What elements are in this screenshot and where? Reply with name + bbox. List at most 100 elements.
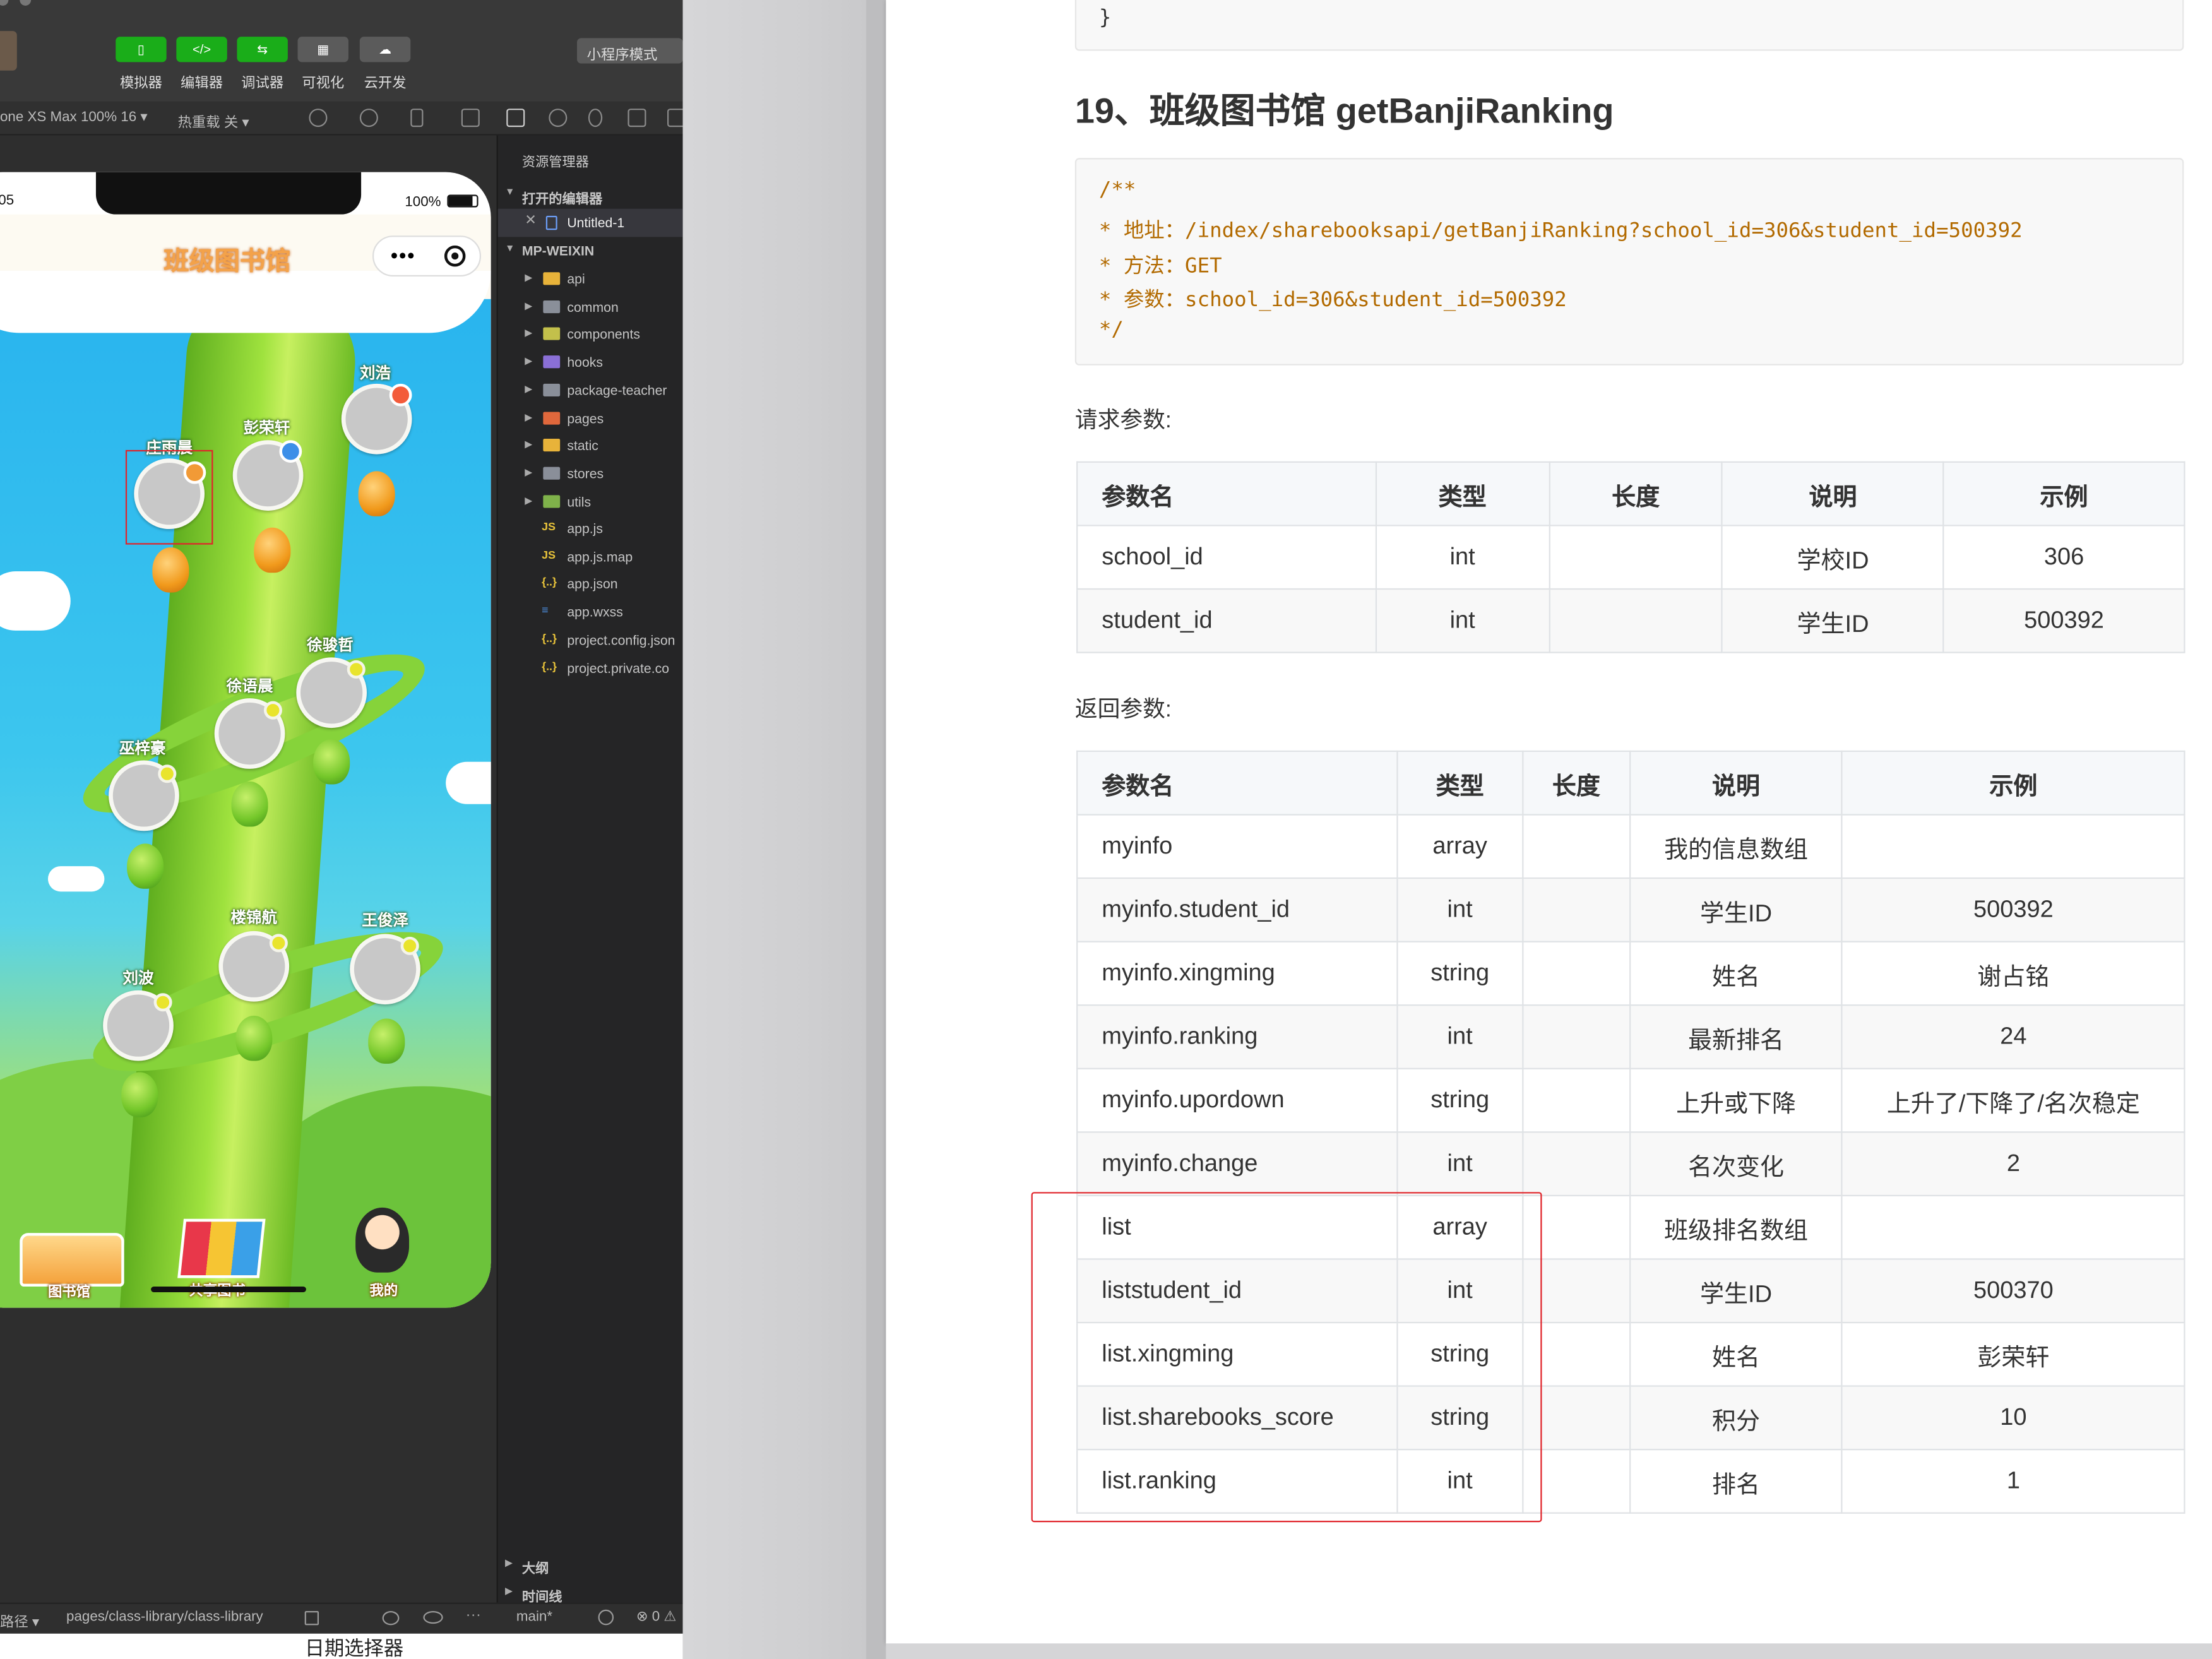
search-icon[interactable] bbox=[549, 109, 568, 128]
folder-item[interactable]: ▶ hooks bbox=[498, 348, 684, 377]
table-cell: 500392 bbox=[1841, 877, 2185, 942]
simulator-label: 模拟器 bbox=[119, 76, 162, 92]
bug-icon[interactable] bbox=[382, 1611, 400, 1626]
chevron-down-icon: ▼ bbox=[505, 244, 515, 254]
tab-shared-books[interactable]: 共享图书 bbox=[172, 1213, 271, 1299]
editor-toggle-button[interactable]: </> bbox=[176, 37, 227, 62]
tab-mine[interactable]: 我的 bbox=[344, 1204, 429, 1299]
page-title: 班级图书馆 bbox=[164, 247, 291, 275]
file-item[interactable]: JS app.js bbox=[498, 515, 684, 544]
avatar[interactable] bbox=[0, 31, 17, 71]
table-header-cell: 参数名 bbox=[1076, 461, 1377, 526]
table-cell bbox=[1521, 1067, 1631, 1133]
acorn-icon bbox=[127, 843, 164, 889]
file-item[interactable]: {..} app.json bbox=[498, 571, 684, 599]
table-cell: 姓名 bbox=[1629, 1321, 1843, 1387]
folder-label: common bbox=[567, 300, 619, 316]
cloud-dev-button[interactable]: ☁ bbox=[359, 37, 411, 62]
folder-item[interactable]: ▶ stores bbox=[498, 460, 684, 488]
folder-label: static bbox=[567, 439, 598, 455]
eye-icon[interactable] bbox=[423, 1611, 443, 1624]
simulator-toggle-button[interactable]: ▯ bbox=[116, 37, 167, 62]
window-controls[interactable] bbox=[0, 0, 42, 11]
folder-item[interactable]: ▶ package-teacher bbox=[498, 376, 684, 405]
cloud-dev-label: 云开发 bbox=[364, 76, 407, 92]
open-editors-section[interactable]: ▼ 打开的编辑器 bbox=[498, 181, 684, 209]
cloud bbox=[0, 571, 71, 631]
table-cell: 10 bbox=[1841, 1385, 2185, 1451]
page-path-select[interactable]: 路径 ▾ bbox=[0, 1610, 39, 1631]
folder-item[interactable]: ▶ static bbox=[498, 432, 684, 460]
more-icon[interactable]: ··· bbox=[465, 1607, 481, 1624]
table-cell bbox=[1521, 941, 1631, 1006]
file-item[interactable]: JS app.js.map bbox=[498, 543, 684, 571]
tab-library[interactable]: 图书馆 bbox=[8, 1227, 135, 1300]
header-cloud bbox=[0, 271, 491, 333]
open-editor-item[interactable]: ✕ Untitled-1 bbox=[497, 208, 684, 237]
chevron-right-icon: ▶ bbox=[505, 1587, 513, 1597]
tab-bar: 图书馆 共享图书 我的 bbox=[0, 1202, 491, 1308]
table-header-cell: 示例 bbox=[1942, 461, 2185, 526]
sync-icon[interactable] bbox=[598, 1609, 614, 1626]
table-cell bbox=[1521, 1004, 1631, 1069]
tab-mine-label: 我的 bbox=[369, 1283, 398, 1300]
phone-simulator[interactable]: :05 100% 班级图书馆 ••• 刘浩 彭荣轩 庄雨晨 bbox=[0, 172, 491, 1308]
chevron-right-icon: ▶ bbox=[525, 301, 533, 312]
close-capsule-icon[interactable] bbox=[444, 245, 466, 267]
library-icon bbox=[20, 1233, 124, 1287]
table-header-cell: 长度 bbox=[1521, 750, 1631, 816]
acorn-icon bbox=[231, 782, 268, 827]
outline-section[interactable]: ▶ 大纲 bbox=[498, 1550, 684, 1579]
highlight-box bbox=[125, 449, 213, 545]
folder-item[interactable]: ▶ utils bbox=[498, 487, 684, 516]
device-icon[interactable] bbox=[410, 109, 424, 128]
table-header-cell: 示例 bbox=[1841, 750, 2185, 816]
page-path[interactable]: pages/class-library/class-library bbox=[66, 1610, 263, 1626]
table-cell bbox=[1521, 814, 1631, 879]
root-folder[interactable]: ▼ MP-WEIXIN bbox=[498, 237, 684, 265]
visual-label: 可视化 bbox=[302, 76, 345, 92]
copy-icon[interactable] bbox=[304, 1611, 319, 1626]
branch-icon[interactable] bbox=[588, 109, 603, 128]
hot-reload-select[interactable]: 热重载 关 ▾ bbox=[178, 110, 249, 131]
phone-icon: ▯ bbox=[137, 41, 145, 56]
desktop-background bbox=[682, 0, 886, 1659]
folder-icon bbox=[543, 355, 561, 369]
table-cell: myinfo.change bbox=[1076, 1131, 1398, 1197]
mode-select[interactable]: 小程序模式 bbox=[576, 38, 683, 64]
close-icon[interactable]: ✕ bbox=[525, 213, 537, 229]
request-params-table: 参数名 类型 长度 说明 示例 school_id int 学校ID 306 student_i… bbox=[1076, 461, 2185, 653]
files-icon[interactable] bbox=[506, 109, 525, 128]
refresh-icon[interactable] bbox=[309, 109, 328, 128]
chevron-right-icon: ▶ bbox=[525, 384, 533, 395]
table-cell: student_id bbox=[1076, 588, 1377, 653]
folder-item[interactable]: ▶ common bbox=[498, 293, 684, 321]
window-icon[interactable] bbox=[461, 109, 480, 128]
node-name: 楼锦航 bbox=[230, 910, 278, 927]
chevron-right-icon: ▶ bbox=[525, 329, 533, 340]
stop-icon[interactable] bbox=[359, 109, 378, 128]
table-cell: 上升或下降 bbox=[1629, 1067, 1843, 1133]
cloud bbox=[446, 761, 491, 804]
problems-indicator[interactable]: ⊗ 0 ⚠ bbox=[636, 1610, 677, 1626]
folder-icon bbox=[543, 411, 561, 424]
folder-item[interactable]: ▶ components bbox=[498, 321, 684, 349]
extensions-icon[interactable] bbox=[627, 109, 646, 128]
file-item[interactable]: {..} project.config.json bbox=[498, 626, 684, 655]
boy-avatar-icon bbox=[355, 1207, 410, 1273]
folder-item[interactable]: ▶ api bbox=[498, 265, 684, 294]
table-header-cell: 类型 bbox=[1375, 461, 1550, 526]
more-icon[interactable]: ••• bbox=[391, 244, 416, 267]
table-row: student_id int 学生ID 500392 bbox=[1076, 588, 2185, 653]
debugger-toggle-button[interactable]: ⇆ bbox=[237, 37, 288, 62]
battery-text: 100% bbox=[405, 194, 441, 210]
branch-indicator[interactable]: main* bbox=[516, 1610, 552, 1626]
device-select[interactable]: one XS Max 100% 16 ▾ bbox=[0, 110, 148, 126]
file-item[interactable]: {..} project.private.co bbox=[498, 654, 684, 682]
table-cell: myinfo.upordown bbox=[1076, 1067, 1398, 1133]
visual-button[interactable]: ▦ bbox=[297, 37, 348, 62]
cloud bbox=[47, 866, 105, 892]
folder-item[interactable]: ▶ pages bbox=[498, 404, 684, 432]
table-row: myinfo.upordown string 上升或下降 上升了/下降了/名次稳定 bbox=[1076, 1067, 2185, 1133]
file-item[interactable]: ≡ app.wxss bbox=[498, 598, 684, 627]
